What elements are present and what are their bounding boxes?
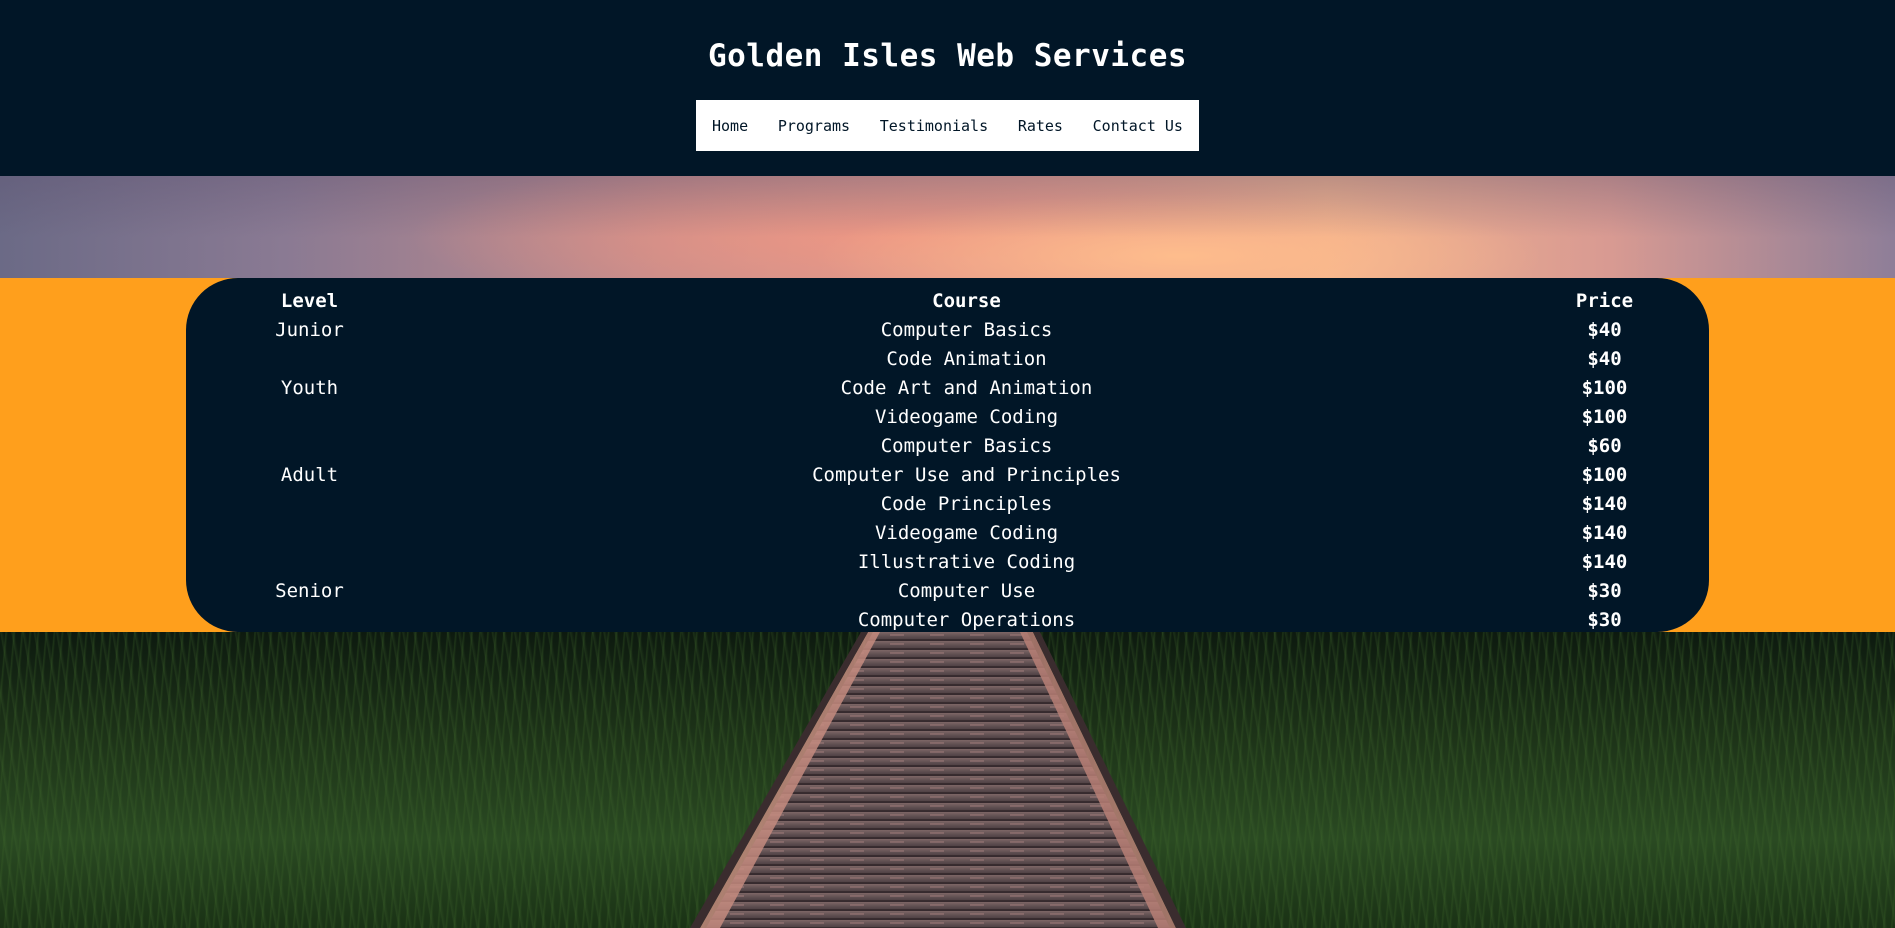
cell-course: Code Animation	[886, 347, 1047, 370]
cell-level	[186, 547, 433, 576]
table-row: Adult Computer Use and Principles $100	[186, 460, 1709, 489]
cell-price: $140	[1581, 521, 1628, 544]
site-header: Golden Isles Web Services Home Programs …	[0, 0, 1895, 176]
cell-level	[186, 489, 433, 518]
cell-course: Videogame Coding	[874, 521, 1059, 544]
table-row: Computer Basics $60	[186, 431, 1709, 460]
cell-level: Junior	[275, 318, 344, 341]
sunset-sky-image	[0, 176, 1895, 278]
boardwalk-graphic	[690, 632, 1186, 928]
nav-testimonials[interactable]: Testimonials	[880, 117, 988, 135]
cell-level	[186, 431, 433, 460]
cell-course: Computer Use	[897, 579, 1036, 602]
cell-level	[186, 402, 433, 431]
cell-course: Computer Operations	[857, 608, 1076, 631]
cell-level: Adult	[280, 463, 339, 486]
rates-card: Level Course Price Junior Computer Basic…	[186, 278, 1709, 632]
nav-rates[interactable]: Rates	[1018, 117, 1063, 135]
table-row: Code Principles $140	[186, 489, 1709, 518]
table-row: Videogame Coding $100	[186, 402, 1709, 431]
table-row: Computer Operations $30	[186, 605, 1709, 634]
cell-price: $100	[1581, 463, 1628, 486]
table-row: Illustrative Coding $140	[186, 547, 1709, 576]
table-row: Youth Code Art and Animation $100	[186, 373, 1709, 402]
header-course: Course	[932, 289, 1001, 312]
cell-price: $140	[1581, 550, 1628, 573]
table-row: Junior Computer Basics $40	[186, 315, 1709, 344]
table-row: Senior Computer Use $30	[186, 576, 1709, 605]
cell-course: Code Art and Animation	[840, 376, 1093, 399]
cell-level	[186, 518, 433, 547]
cell-level	[186, 344, 433, 373]
header-price: Price	[1575, 289, 1634, 312]
cell-price: $40	[1587, 347, 1622, 370]
cell-price: $100	[1581, 376, 1628, 399]
nav-contact-us[interactable]: Contact Us	[1093, 117, 1183, 135]
cell-course: Videogame Coding	[874, 405, 1059, 428]
site-title: Golden Isles Web Services	[707, 38, 1188, 74]
nav-home[interactable]: Home	[712, 117, 748, 135]
cell-course: Computer Use and Principles	[812, 463, 1121, 486]
cell-level: Senior	[275, 579, 344, 602]
cell-course: Code Principles	[880, 492, 1053, 515]
rates-table-header-row: Level Course Price	[186, 286, 1709, 315]
cell-price: $140	[1581, 492, 1628, 515]
page: Golden Isles Web Services Home Programs …	[0, 0, 1895, 928]
nav-programs[interactable]: Programs	[778, 117, 850, 135]
table-row: Videogame Coding $140	[186, 518, 1709, 547]
cell-price: $100	[1581, 405, 1628, 428]
cell-course: Computer Basics	[880, 434, 1053, 457]
cell-course: Illustrative Coding	[857, 550, 1076, 573]
cell-price: $30	[1587, 579, 1622, 602]
header-level: Level	[280, 289, 339, 312]
cell-level	[186, 605, 433, 634]
cell-price: $60	[1587, 434, 1622, 457]
cell-level: Youth	[280, 376, 339, 399]
table-row: Code Animation $40	[186, 344, 1709, 373]
marsh-boardwalk-image	[0, 632, 1895, 928]
main-nav: Home Programs Testimonials Rates Contact…	[696, 100, 1199, 151]
rates-table: Level Course Price Junior Computer Basic…	[186, 286, 1709, 634]
cell-price: $40	[1587, 318, 1622, 341]
cell-course: Computer Basics	[880, 318, 1053, 341]
cell-price: $30	[1587, 608, 1622, 631]
